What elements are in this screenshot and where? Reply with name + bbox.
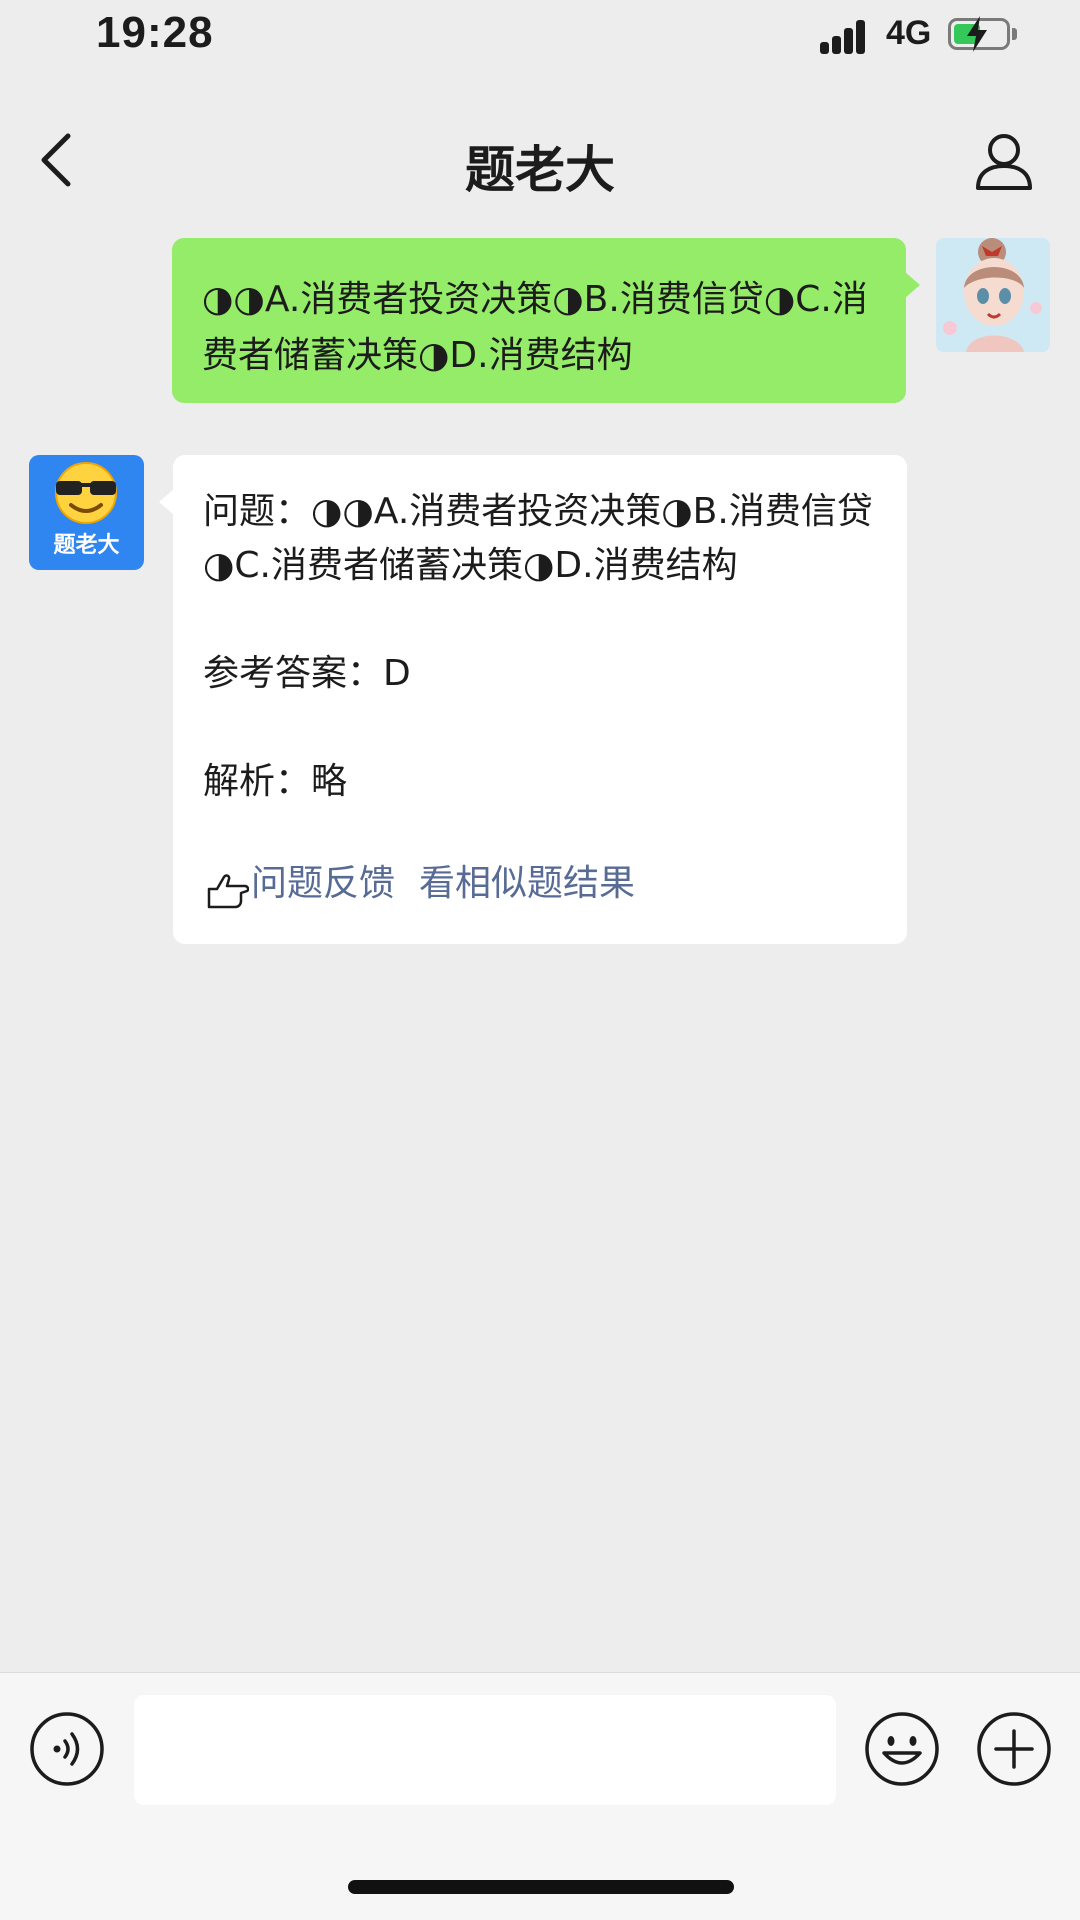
answer-text: 参考答案：D <box>203 653 411 694</box>
message-actions: 问题反馈 看相似题结果 <box>203 857 877 911</box>
voice-icon[interactable] <box>29 1711 105 1787</box>
bot-avatar[interactable]: 题老大 <box>29 455 144 570</box>
feedback-link[interactable]: 问题反馈 <box>251 857 395 911</box>
sent-message-text: ◑◑A.消费者投资决策◑B.消费信贷◑C.消费者储蓄决策◑D.消费结构 <box>202 279 868 376</box>
sent-message-bubble[interactable]: ◑◑A.消费者投资决策◑B.消费信贷◑C.消费者储蓄决策◑D.消费结构 <box>172 238 920 403</box>
home-indicator[interactable] <box>348 1880 734 1894</box>
message-input[interactable] <box>134 1695 836 1805</box>
similar-results-link[interactable]: 看相似题结果 <box>419 857 635 911</box>
status-bar: 19:28 4G <box>0 0 1080 100</box>
charging-bolt-icon <box>967 16 987 52</box>
network-type: 4G <box>886 14 932 52</box>
user-avatar[interactable] <box>936 238 1050 352</box>
analysis-text: 解析：略 <box>203 761 348 802</box>
bot-avatar-label: 题老大 <box>53 533 120 558</box>
pointing-hand-icon <box>207 874 249 909</box>
person-icon[interactable] <box>972 128 1036 192</box>
question-text: 问题：◑◑A.消费者投资决策◑B.消费信贷◑C.消费者储蓄决策◑D.消费结构 <box>203 491 873 586</box>
received-message-bubble[interactable]: 问题：◑◑A.消费者投资决策◑B.消费信贷◑C.消费者储蓄决策◑D.消费结构 参… <box>159 455 907 944</box>
emoji-icon[interactable] <box>864 1711 940 1787</box>
page-title: 题老大 <box>465 141 615 199</box>
status-time: 19:28 <box>96 8 214 57</box>
signal-icon <box>820 18 874 54</box>
nav-bar: 题老大 <box>0 100 1080 220</box>
avatar-illustration <box>936 238 1050 352</box>
plus-icon[interactable] <box>976 1711 1052 1787</box>
